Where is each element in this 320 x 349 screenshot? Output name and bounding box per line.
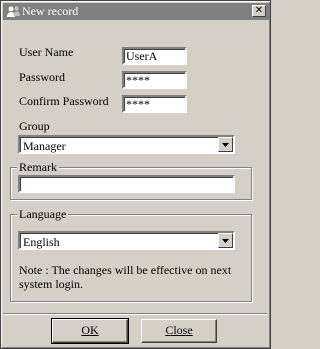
password-label: Password	[19, 70, 66, 84]
remark-input[interactable]	[18, 175, 235, 193]
password-input[interactable]: ****	[122, 71, 187, 89]
group-dropdown-button[interactable]	[218, 137, 233, 152]
language-selected-value: English	[23, 235, 60, 249]
title-bar[interactable]: New record ✕	[3, 3, 269, 20]
group-selected-value: Manager	[23, 139, 66, 153]
confirm-password-input[interactable]: ****	[122, 95, 187, 113]
close-icon: ✕	[254, 5, 264, 16]
dialog-title: New record	[22, 4, 79, 18]
chevron-down-icon	[222, 239, 229, 243]
language-note: Note : The changes will be effective on …	[19, 263, 232, 291]
remark-label: Remark	[17, 160, 59, 175]
bottom-separator	[3, 313, 267, 315]
user-name-label: User Name	[19, 45, 74, 59]
close-window-button[interactable]: ✕	[252, 5, 266, 17]
confirm-password-label: Confirm Password	[19, 94, 109, 108]
user-name-input[interactable]: UserA	[122, 47, 187, 65]
language-select[interactable]: English	[18, 231, 235, 250]
group-label: Group	[19, 119, 50, 133]
ok-button[interactable]: OK	[51, 318, 129, 344]
chevron-down-icon	[222, 143, 229, 147]
close-button[interactable]: Close	[141, 319, 217, 343]
users-icon	[7, 6, 20, 17]
language-label: Language	[17, 207, 69, 222]
group-select[interactable]: Manager	[18, 135, 235, 154]
new-record-dialog: New record ✕ User Name UserA Password **…	[0, 0, 271, 349]
language-dropdown-button[interactable]	[218, 233, 233, 248]
